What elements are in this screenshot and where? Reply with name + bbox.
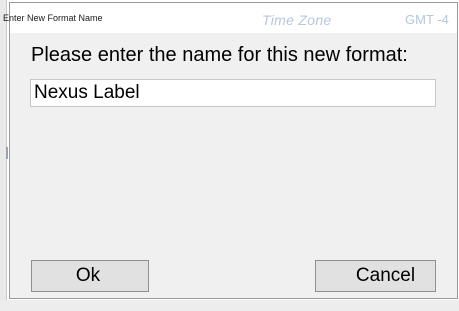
format-name-dialog: Enter New Format Name Time Zone GMT -4 P… bbox=[3, 2, 458, 299]
background-window-bottom bbox=[0, 300, 459, 311]
cancel-button[interactable]: Cancel bbox=[315, 260, 436, 292]
screen: Enter New Format Name Time Zone GMT -4 P… bbox=[0, 0, 459, 311]
background-window-marker bbox=[6, 147, 8, 159]
format-name-input[interactable] bbox=[30, 79, 436, 107]
cancel-button-label: Cancel bbox=[355, 265, 416, 286]
dialog-title: Enter New Format Name bbox=[3, 13, 103, 23]
background-time-zone-label: Time Zone bbox=[262, 12, 332, 28]
dialog-titlebar[interactable]: Enter New Format Name Time Zone GMT -4 bbox=[3, 3, 457, 33]
background-time-zone-value: GMT -4 bbox=[405, 12, 449, 27]
ok-button-label: Ok bbox=[75, 265, 101, 286]
ok-button[interactable]: Ok bbox=[31, 260, 149, 292]
prompt-label: Please enter the name for this new forma… bbox=[31, 44, 408, 66]
